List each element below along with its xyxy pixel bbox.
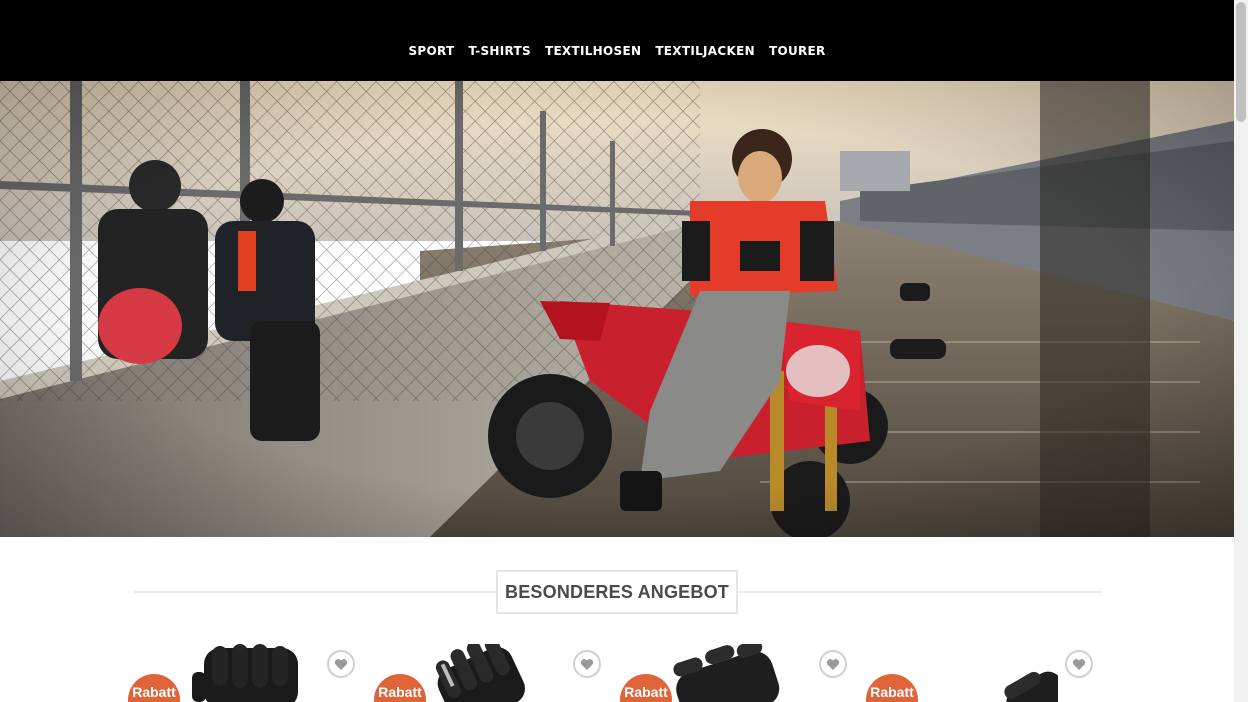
title-divider-left <box>134 591 496 593</box>
product-grid: Rabatt Rabatt Rabatt Rabatt <box>120 640 1110 702</box>
heart-icon <box>826 658 840 670</box>
wishlist-button[interactable] <box>1065 650 1093 678</box>
special-offer-heading: BESONDERES ANGEBOT <box>134 570 1102 614</box>
product-card[interactable]: Rabatt <box>120 640 355 702</box>
section-title: BESONDERES ANGEBOT <box>496 570 738 614</box>
heart-icon <box>334 658 348 670</box>
glove-icon[interactable] <box>406 644 546 702</box>
glove-icon[interactable] <box>190 644 310 702</box>
nav-item-tourer[interactable]: TOURER <box>769 44 826 58</box>
hero-image <box>0 81 1234 537</box>
heart-icon <box>1072 658 1086 670</box>
product-card[interactable]: Rabatt <box>858 640 1093 702</box>
sale-badge: Rabatt <box>866 674 918 702</box>
page: SPORT T-SHIRTS TEXTILHOSEN TEXTILJACKEN … <box>0 0 1248 702</box>
glove-icon[interactable] <box>648 644 798 702</box>
wishlist-button[interactable] <box>573 650 601 678</box>
nav-item-t-shirts[interactable]: T-SHIRTS <box>468 44 530 58</box>
wishlist-button[interactable] <box>327 650 355 678</box>
scrollbar-thumb[interactable] <box>1236 2 1246 122</box>
nav-item-textilhosen[interactable]: TEXTILHOSEN <box>545 44 641 58</box>
glove-icon[interactable] <box>988 644 1058 702</box>
nav-item-sport[interactable]: SPORT <box>408 44 454 58</box>
title-divider-right <box>738 591 1102 593</box>
site-header: SPORT T-SHIRTS TEXTILHOSEN TEXTILJACKEN … <box>0 0 1234 81</box>
scrollbar-track[interactable] <box>1234 0 1248 702</box>
wishlist-button[interactable] <box>819 650 847 678</box>
product-card[interactable]: Rabatt <box>366 640 601 702</box>
nav-item-textiljacken[interactable]: TEXTILJACKEN <box>655 44 755 58</box>
sale-badge: Rabatt <box>128 674 180 702</box>
product-card[interactable]: Rabatt <box>612 640 847 702</box>
hero-banner[interactable] <box>0 81 1234 537</box>
main-navigation: SPORT T-SHIRTS TEXTILHOSEN TEXTILJACKEN … <box>0 44 1234 58</box>
heart-icon <box>580 658 594 670</box>
